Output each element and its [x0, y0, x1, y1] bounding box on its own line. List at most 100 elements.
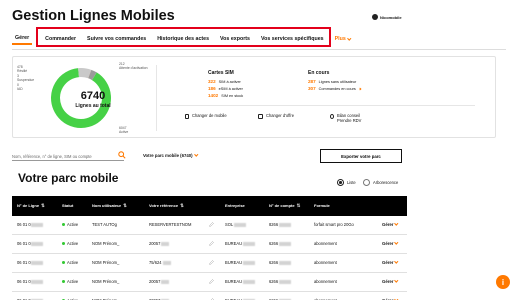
col-header-entreprise[interactable]: Entreprise [225, 203, 245, 208]
col-header-statut-label: Statut [62, 203, 74, 208]
card-divider [156, 65, 157, 131]
commandes-en-cours-value: 307 [308, 86, 316, 91]
tab-gerer[interactable]: Gérer [12, 33, 33, 45]
edit-pencil-icon[interactable] [209, 279, 214, 284]
tab-plus[interactable]: Plus [332, 34, 354, 44]
radio-arborescence[interactable] [363, 179, 370, 186]
masked-value [279, 260, 292, 265]
masked-value [162, 260, 171, 265]
sort-icon: ⇅ [180, 203, 184, 208]
edit-pencil-icon[interactable] [209, 222, 214, 227]
masked-value [30, 279, 43, 284]
donut-label-active-name: Active [119, 130, 129, 134]
edit-pencil-icon[interactable] [209, 241, 214, 246]
cell-account: 6266 [269, 260, 292, 265]
commandes-en-cours-row[interactable]: 307 Commandes en cours [308, 86, 362, 91]
col-header-compte[interactable]: N° de compte ⇅ [269, 203, 300, 209]
search-icon[interactable] [118, 151, 126, 159]
cell-user: NOM Prénom_ [92, 279, 119, 284]
sim-stock-value: 1402 [208, 93, 219, 98]
col-header-utilisateur[interactable]: Nom utilisateur ⇅ [92, 203, 127, 209]
donut-label-suspendue-name: Suspendue [17, 78, 35, 82]
table-row[interactable]: 06 01 0 Active NOM Prénom_ 75/624 BUREAU 6266… [12, 254, 407, 273]
status-text: Active [67, 279, 79, 284]
sort-icon: ⇅ [123, 203, 127, 208]
masked-value [30, 260, 43, 265]
edit-pencil-icon[interactable] [209, 260, 214, 265]
masked-value [279, 279, 292, 284]
row-manage-label: Gérer [382, 260, 394, 265]
donut-slice-attente-d-activation[interactable] [88, 69, 97, 81]
cell-account: 8266 [269, 222, 292, 227]
status-dot-icon [62, 261, 65, 264]
tabs-highlight-frame [36, 27, 331, 47]
donut-label-resilie-name: Résilié [17, 69, 28, 73]
parc-section-title: Votre parc mobile [18, 171, 119, 185]
masked-value [161, 241, 170, 246]
changer-mobile-action[interactable]: Changer de mobile [185, 113, 227, 119]
commandes-en-cours-label: Commandes en cours [318, 86, 356, 91]
search-input[interactable] [12, 152, 124, 161]
cell-status: Active [62, 241, 78, 246]
lignes-sans-utilisateur-value: 287 [308, 79, 316, 84]
row-manage-button[interactable]: Gérer [382, 259, 399, 265]
lignes-sans-utilisateur-label: Lignes sans utilisateur [318, 79, 357, 84]
sim-stat-value: 322 [208, 79, 216, 84]
table-row[interactable]: 06 01 0ActiveNOM Prénom_20057BUREAU6266a… [12, 235, 407, 254]
table-row[interactable]: 06 01 0ActiveNOM Prénom_20057BUREAU6266a… [12, 292, 407, 300]
page-title: Gestion Lignes Mobiles [12, 8, 175, 24]
chevron-down-icon [194, 152, 198, 157]
status-text: Active [67, 241, 79, 246]
help-button[interactable]: i [496, 275, 510, 289]
col-header-compte-label: N° de compte [269, 203, 295, 208]
parc-select[interactable]: Votre parc mobile (6740) [143, 152, 198, 158]
col-header-ligne-label: N° de Ligne [17, 203, 40, 208]
cell-status: Active [62, 222, 78, 227]
export-parc-button[interactable]: Exporter votre parc [320, 149, 402, 163]
account-text: 8266 [269, 222, 279, 227]
user-icon [372, 14, 378, 20]
view-option-arborescence[interactable]: Arborescence [363, 179, 398, 186]
row-manage-button[interactable]: Gérer [382, 240, 399, 246]
status-dot-icon [62, 242, 65, 245]
bilan-conseil-label: Bilan conseil Prendre RDV [337, 113, 361, 123]
actions-divider [160, 105, 475, 106]
col-header-reference[interactable]: Votre référence ⇅ [149, 203, 184, 209]
esim-stat-row[interactable]: 186 eSIM à activer [208, 86, 243, 91]
line-number-text: 06 01 0 [17, 222, 31, 227]
table-header: N° de Ligne ⇅ Statut Nom utilisateur ⇅ Vot… [12, 196, 407, 216]
donut-slice-r-sili-[interactable] [78, 68, 92, 79]
cell-formula: forfait smart pro 20Go [314, 222, 354, 227]
table-row[interactable]: 06 01 0 Active TEST AUTOg RESERVERTESTNOM SO… [12, 216, 407, 235]
masked-value [279, 222, 292, 227]
user-name: Nicomobile [380, 14, 402, 20]
sim-stat-row[interactable]: 322 SIM à activer [208, 79, 241, 84]
cell-user: NOM Prénom_ [92, 241, 119, 246]
view-option-liste[interactable]: Liste [337, 179, 356, 186]
bilan-conseil-action[interactable]: Bilan conseil Prendre RDV [330, 113, 361, 123]
col-header-ligne[interactable]: N° de Ligne ⇅ [17, 203, 45, 209]
masked-value [161, 279, 170, 284]
reference-text: 20057 [149, 279, 161, 284]
changer-offre-action[interactable]: Changer d'offre [258, 113, 294, 119]
row-manage-button[interactable]: Gérer [382, 221, 399, 227]
col-header-formule[interactable]: Formule [314, 203, 330, 208]
company-text: BUREAU [225, 241, 243, 246]
col-header-statut[interactable]: Statut [62, 203, 73, 208]
radio-liste[interactable] [337, 179, 344, 186]
row-manage-button[interactable]: Gérer [382, 278, 399, 284]
chevron-down-icon [394, 240, 399, 245]
lignes-sans-utilisateur-row[interactable]: 287 Lignes sans utilisateur [308, 79, 356, 84]
en-cours-title: En cours [308, 70, 330, 76]
cell-formula: abonnement [314, 260, 337, 265]
user-menu[interactable]: Nicomobile [372, 14, 402, 20]
masked-value [243, 241, 256, 246]
cell-company: SOL [225, 222, 247, 227]
reference-text: 75/624 [149, 260, 162, 265]
parc-select-label: Votre parc mobile (6740) [143, 153, 193, 158]
sort-icon: ⇅ [296, 203, 301, 208]
sim-stock-row[interactable]: 1402 SIM en stock [208, 93, 243, 98]
cell-reference: 20057 [149, 279, 170, 284]
col-header-utilisateur-label: Nom utilisateur [92, 203, 122, 208]
table-row[interactable]: 06 01 0ActiveNOM Prénom_20057BUREAU6266a… [12, 273, 407, 292]
